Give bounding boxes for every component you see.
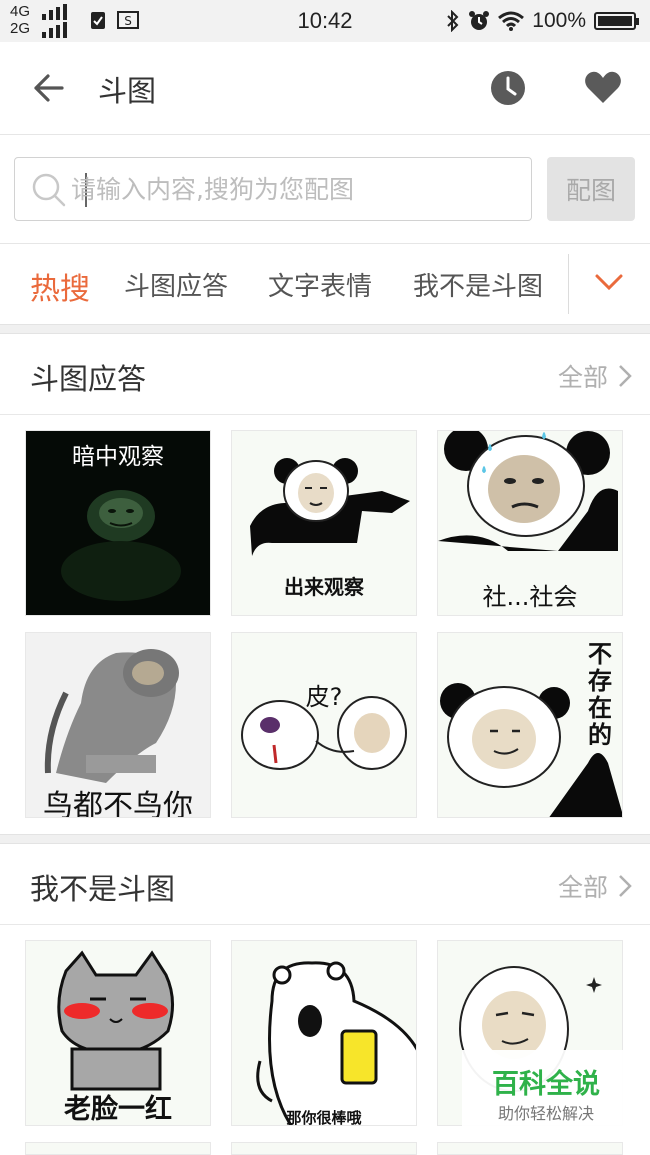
tab-not-doutu[interactable]: 我不是斗图 xyxy=(413,266,543,303)
title-bar: 斗图 xyxy=(0,42,650,135)
sticker-caption: 暗中观察 xyxy=(72,444,164,470)
sticker-tile[interactable]: 出来观察 xyxy=(231,430,417,616)
tab-hot-search[interactable]: 热搜 xyxy=(30,264,90,308)
section-header-not-doutu: 我不是斗图 全部 xyxy=(0,846,650,925)
section-divider xyxy=(0,324,650,334)
chevron-right-icon xyxy=(619,365,632,387)
sticker-tile[interactable]: 社...社会 xyxy=(437,430,623,616)
sticker-caption: 出来观察 xyxy=(284,575,364,599)
favorite-heart-icon[interactable] xyxy=(584,70,622,104)
sticker-caption: 鸟都不鸟你 xyxy=(43,789,193,818)
battery-icon xyxy=(594,12,639,30)
search-icon xyxy=(32,173,66,207)
back-arrow-icon[interactable] xyxy=(28,70,66,106)
view-all-label: 全部 xyxy=(557,363,608,392)
sticker-caption: 那你很棒哦 xyxy=(286,1109,362,1126)
section-header-doutu-reply: 斗图应答 全部 xyxy=(0,336,650,415)
sticker-caption: 老脸一红 xyxy=(64,1094,172,1125)
sticker-tile[interactable]: 不存在的 xyxy=(437,632,623,818)
section-divider xyxy=(0,834,650,844)
battery-percent: 100% xyxy=(532,9,586,32)
search-input[interactable] xyxy=(71,168,511,210)
view-all-label: 全部 xyxy=(557,873,608,902)
tab-divider xyxy=(568,254,569,314)
sticker-caption: 皮? xyxy=(305,683,343,711)
sticker-tile[interactable]: 那你很棒哦 xyxy=(231,940,417,1126)
match-image-button[interactable]: 配图 xyxy=(547,157,635,221)
wifi-icon xyxy=(498,11,525,31)
sticker-image xyxy=(241,696,407,770)
history-clock-icon[interactable] xyxy=(490,70,526,106)
search-box[interactable] xyxy=(14,157,532,221)
view-all-link[interactable]: 全部 xyxy=(558,868,632,904)
sticker-tile[interactable] xyxy=(231,1142,417,1155)
sticker-tile[interactable]: 老脸一红 xyxy=(25,940,211,1126)
category-tabs: 热搜 斗图应答 文字表情 我不是斗图 xyxy=(0,244,650,324)
sticker-image xyxy=(256,961,416,1125)
watermark-subtitle: 助你轻松解决 xyxy=(497,1104,594,1123)
search-row: 配图 xyxy=(0,135,650,244)
bluetooth-icon xyxy=(447,10,459,32)
view-all-link[interactable]: 全部 xyxy=(558,358,632,394)
chevron-right-icon xyxy=(619,875,632,897)
section-title: 斗图应答 xyxy=(30,362,147,396)
watermark-title: 百科全说 xyxy=(492,1069,600,1100)
alarm-icon xyxy=(469,11,490,30)
sticker-tile[interactable]: 皮? xyxy=(231,632,417,818)
sticker-tile[interactable] xyxy=(437,1142,623,1155)
section-title: 我不是斗图 xyxy=(30,872,176,906)
chevron-down-icon[interactable] xyxy=(593,270,625,294)
tab-text-emoji[interactable]: 文字表情 xyxy=(268,266,372,303)
tab-doutu-reply[interactable]: 斗图应答 xyxy=(124,266,228,303)
sticker-tile[interactable]: 暗中观察 xyxy=(25,430,211,616)
page-title: 斗图 xyxy=(98,74,157,108)
watermark-logo: 百科全说 助你轻松解决 xyxy=(462,1050,630,1130)
status-bar: 4G 2G S 10:42 100% xyxy=(0,0,650,42)
status-right-group: 100% xyxy=(446,8,639,34)
sticker-tile[interactable] xyxy=(25,1142,211,1155)
sticker-caption-vertical: 不存在的 xyxy=(588,640,612,749)
sticker-caption: 社...社会 xyxy=(482,583,578,611)
sticker-tile[interactable]: 鸟都不鸟你 xyxy=(25,632,211,818)
